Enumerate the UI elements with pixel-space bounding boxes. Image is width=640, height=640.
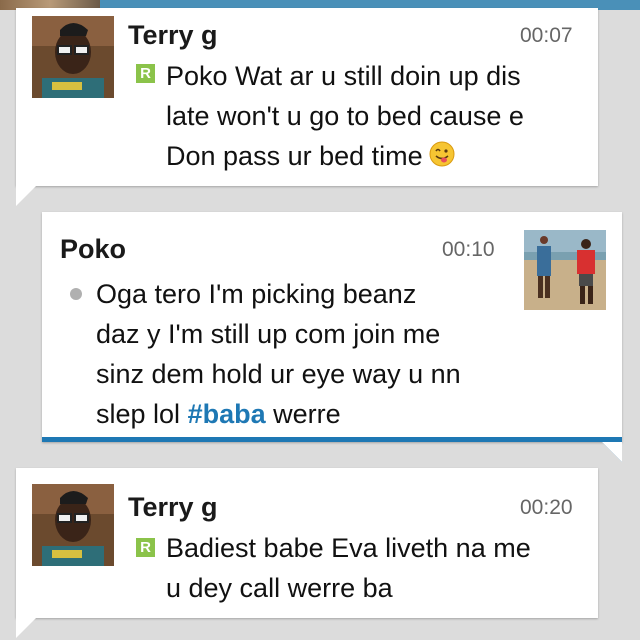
sender-name: Terry g — [128, 20, 218, 50]
avatar-photo — [32, 484, 114, 566]
message-line: slep lol #baba werre — [96, 394, 461, 434]
message-line-text: slep lol — [96, 399, 181, 429]
message-line: Poko Wat ar u still doin up dis — [166, 61, 521, 91]
message-line: Oga tero I'm picking beanz — [96, 279, 417, 309]
sent-dot-icon — [70, 288, 82, 300]
message-text: Badiest babe Eva liveth na me u dey call… — [166, 528, 531, 608]
avatar[interactable] — [32, 16, 114, 98]
bubble-accent-tail — [602, 442, 622, 462]
message-line: daz y I'm still up com join me — [96, 319, 441, 349]
read-badge-icon: R — [136, 64, 155, 83]
message-line: sinz dem hold ur eye way u nn — [96, 359, 461, 389]
message-bubble[interactable]: Terry g 00:07 R Poko Wat ar u still doin… — [16, 8, 598, 206]
message-line-text: werre — [273, 399, 341, 429]
hashtag-link[interactable]: #baba — [188, 399, 266, 429]
message-line: late won't u go to bed cause e — [166, 101, 524, 131]
avatar-photo — [524, 230, 606, 310]
avatar[interactable] — [32, 484, 114, 566]
message-time: 00:10 — [442, 238, 495, 261]
tongue-out-smiley-icon — [429, 138, 455, 178]
message-line: u dey call werre ba — [166, 573, 393, 603]
read-badge-icon: R — [136, 538, 155, 557]
avatar-photo — [32, 16, 114, 98]
message-time: 00:07 — [520, 24, 573, 47]
bubble-accent-bar — [42, 437, 622, 442]
message-text: Oga tero I'm picking beanz daz y I'm sti… — [96, 274, 461, 434]
message-line-text: Don pass ur bed time — [166, 141, 423, 171]
message-line: Don pass ur bed time — [166, 136, 524, 178]
avatar[interactable] — [524, 230, 606, 310]
sender-name: Poko — [60, 234, 127, 264]
message-time: 00:20 — [520, 496, 573, 519]
message-bubble[interactable]: Terry g 00:20 R Badiest babe Eva liveth … — [16, 468, 598, 638]
message-text: Poko Wat ar u still doin up dis late won… — [166, 56, 524, 178]
message-bubble[interactable]: Poko 00:10 Oga tero I'm picking beanz da… — [42, 212, 622, 462]
sender-name: Terry g — [128, 492, 218, 522]
message-line: Badiest babe Eva liveth na me — [166, 533, 531, 563]
